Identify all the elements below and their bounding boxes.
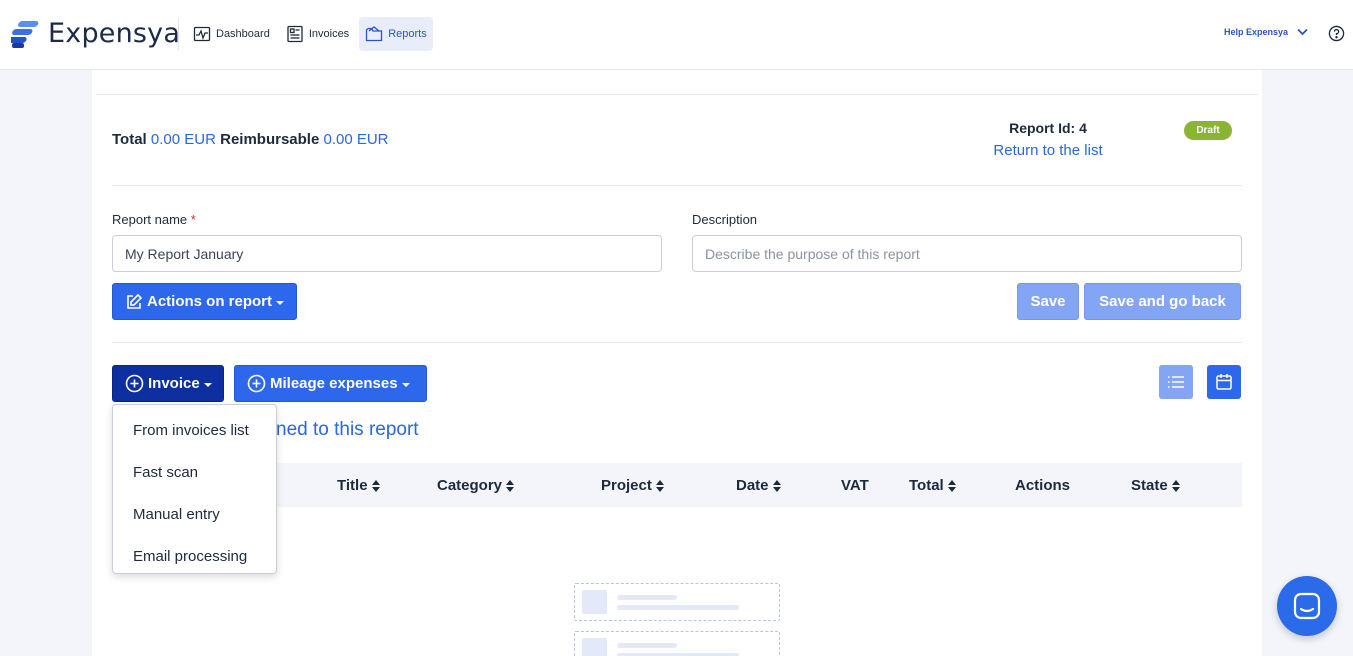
return-to-list-link[interactable]: Return to the list bbox=[958, 142, 1138, 159]
column-state-label: State bbox=[1131, 477, 1168, 494]
caret-down-icon bbox=[276, 300, 285, 305]
column-date-label: Date bbox=[736, 477, 769, 494]
sort-icon bbox=[506, 479, 515, 492]
menu-item-from-invoices-list[interactable]: From invoices list bbox=[113, 409, 276, 451]
nav-divider bbox=[178, 18, 179, 50]
divider bbox=[112, 185, 1242, 186]
expensya-logo-icon bbox=[11, 20, 39, 48]
column-project-label: Project bbox=[601, 477, 652, 494]
sort-icon bbox=[371, 479, 380, 492]
calendar-icon bbox=[1216, 374, 1232, 390]
column-state[interactable]: State bbox=[1131, 477, 1180, 494]
caret-down-icon bbox=[401, 382, 410, 387]
brand-logo[interactable]: Expensya bbox=[11, 18, 180, 49]
save-and-go-back-button[interactable]: Save and go back bbox=[1084, 283, 1241, 320]
attached-invoices-title-text: ned to this report bbox=[276, 419, 419, 440]
empty-state-placeholder bbox=[574, 631, 780, 656]
empty-state-placeholder bbox=[574, 583, 780, 621]
menu-item-manual-entry[interactable]: Manual entry bbox=[113, 493, 276, 535]
nav-reports-label: Reports bbox=[388, 28, 427, 40]
chat-icon bbox=[1293, 592, 1321, 620]
nav-invoices-label: Invoices bbox=[308, 28, 350, 40]
chevron-down-icon bbox=[1297, 28, 1308, 36]
status-badge: Draft bbox=[1184, 121, 1232, 140]
column-title[interactable]: Title bbox=[337, 477, 380, 494]
report-name-label-text: Report name bbox=[112, 212, 188, 227]
menu-item-email-processing[interactable]: Email processing bbox=[113, 535, 276, 577]
brand-name: Expensya bbox=[48, 18, 181, 49]
help-label: Help Expensya bbox=[1224, 27, 1289, 37]
column-date[interactable]: Date bbox=[736, 477, 781, 494]
sort-icon bbox=[947, 479, 956, 492]
list-icon bbox=[1168, 376, 1184, 388]
column-title-label: Title bbox=[337, 477, 368, 494]
total-label: Total bbox=[112, 131, 147, 148]
menu-item-fast-scan[interactable]: Fast scan bbox=[113, 451, 276, 493]
calendar-view-button[interactable] bbox=[1207, 365, 1241, 399]
reimbursable-value: 0.00 EUR bbox=[323, 131, 389, 148]
report-id-block: Report Id: 4 Return to the list bbox=[958, 120, 1138, 159]
column-vat: VAT bbox=[841, 477, 869, 494]
report-name-label: Report name * bbox=[112, 212, 196, 227]
column-total[interactable]: Total bbox=[909, 477, 956, 494]
nav-dashboard[interactable]: Dashboard bbox=[187, 17, 276, 51]
nav-reports[interactable]: Reports bbox=[359, 17, 433, 51]
actions-on-report-button[interactable]: Actions on report bbox=[112, 283, 297, 320]
receipt-icon bbox=[287, 25, 303, 43]
description-input[interactable]: Describe the purpose of this report bbox=[692, 235, 1242, 272]
add-invoice-button[interactable]: Invoice bbox=[112, 365, 224, 402]
add-invoice-label: Invoice bbox=[148, 375, 200, 392]
help-menu[interactable]: Help Expensya bbox=[1224, 27, 1308, 37]
report-id: Report Id: 4 bbox=[1009, 120, 1087, 136]
list-view-button[interactable] bbox=[1159, 365, 1193, 399]
divider bbox=[112, 342, 1242, 343]
sort-icon bbox=[772, 479, 781, 492]
column-project[interactable]: Project bbox=[601, 477, 664, 494]
save-button[interactable]: Save bbox=[1017, 283, 1079, 320]
actions-on-report-label: Actions on report bbox=[147, 293, 273, 310]
nav-dashboard-label: Dashboard bbox=[216, 28, 270, 40]
sort-icon bbox=[655, 479, 664, 492]
edit-icon bbox=[127, 293, 143, 309]
nav-invoices[interactable]: Invoices bbox=[280, 17, 355, 51]
plus-circle-icon bbox=[247, 374, 266, 393]
top-bar: Expensya Dashboard Invoices Reports Help… bbox=[0, 0, 1353, 70]
report-name-input[interactable]: My Report January bbox=[112, 235, 662, 272]
required-marker: * bbox=[190, 212, 196, 227]
column-vat-label: VAT bbox=[841, 477, 869, 494]
add-mileage-label: Mileage expenses bbox=[270, 375, 398, 392]
help-question-icon[interactable] bbox=[1328, 25, 1345, 42]
column-category[interactable]: Category bbox=[437, 477, 515, 494]
divider bbox=[96, 94, 1258, 95]
plus-circle-icon bbox=[125, 374, 144, 393]
sort-icon bbox=[1171, 479, 1180, 492]
reimbursable-label: Reimbursable bbox=[220, 131, 320, 148]
chat-launcher-button[interactable] bbox=[1277, 576, 1337, 636]
column-category-label: Category bbox=[437, 477, 503, 494]
description-label: Description bbox=[692, 212, 758, 227]
column-actions-label: Actions bbox=[1015, 477, 1071, 494]
invoice-dropdown-menu: From invoices list Fast scan Manual entr… bbox=[112, 404, 277, 574]
main-nav: Dashboard Invoices Reports bbox=[187, 17, 433, 51]
activity-icon bbox=[193, 26, 211, 42]
folder-icon bbox=[366, 26, 383, 42]
total-value: 0.00 EUR bbox=[150, 131, 216, 148]
invoices-table-header: Title Category Project Date VAT Total Ac… bbox=[112, 463, 1242, 507]
caret-down-icon bbox=[203, 382, 212, 387]
add-mileage-button[interactable]: Mileage expenses bbox=[234, 365, 427, 402]
column-total-label: Total bbox=[909, 477, 944, 494]
column-actions: Actions bbox=[1015, 477, 1070, 494]
report-totals: Total 0.00 EUR Reimbursable 0.00 EUR bbox=[112, 131, 389, 148]
